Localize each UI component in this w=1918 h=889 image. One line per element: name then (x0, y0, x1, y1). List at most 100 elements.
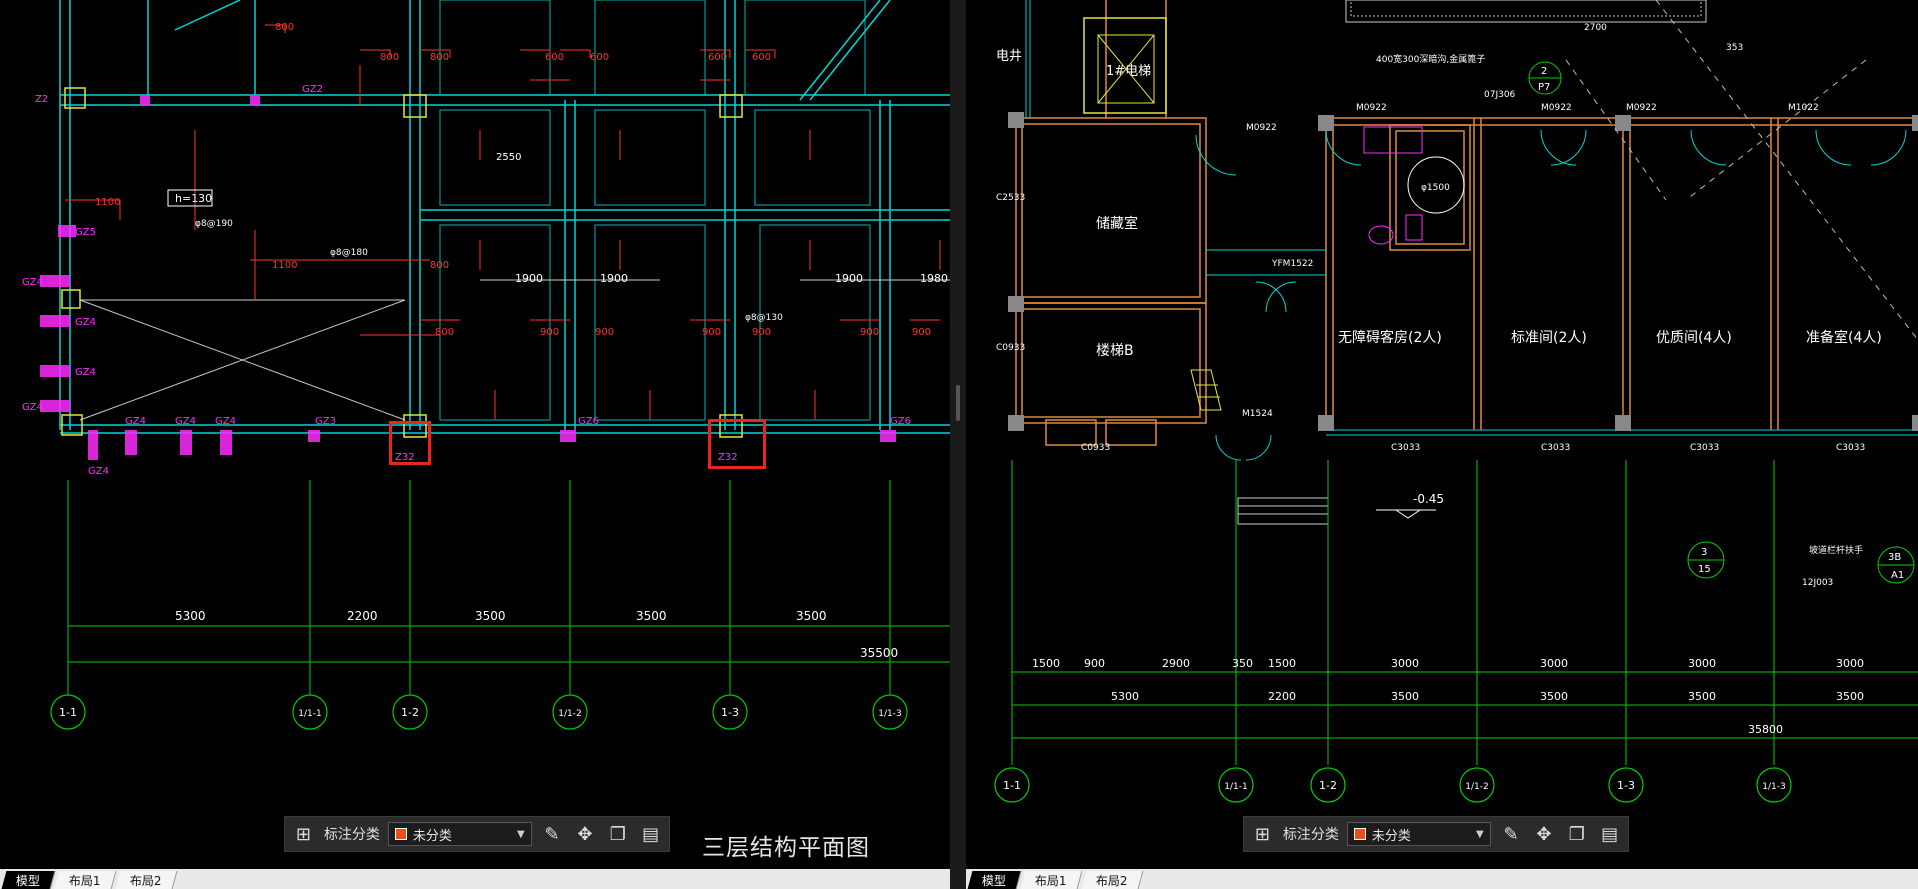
svg-text:3000: 3000 (1540, 657, 1568, 670)
svg-text:GZ2: GZ2 (302, 84, 323, 95)
paste-icon[interactable]: ▤ (638, 821, 663, 847)
annotation-toolbar-right: ⊞ 标注分类 未分类 ▼ ✎ ✥ ❐ ▤ (1243, 816, 1629, 852)
axis-labels: 1-1 1/1-1 1-2 1/1-2 1-3 1/1-3 (59, 706, 902, 719)
dim-1900-a: 1900 (515, 272, 543, 285)
svg-text:1/1-2: 1/1-2 (558, 709, 581, 719)
svg-text:GZ3: GZ3 (315, 416, 336, 427)
rebar-note-2: φ8@190 (195, 219, 233, 229)
svg-text:C0933: C0933 (996, 343, 1025, 353)
slab-thickness-label: h=130 (175, 192, 212, 205)
category-value: 未分类 (412, 828, 452, 844)
svg-text:C3033: C3033 (1541, 443, 1570, 453)
column-hatches (40, 95, 896, 460)
svg-text:900: 900 (702, 327, 721, 338)
svg-text:800: 800 (275, 22, 294, 33)
tab-model[interactable]: 模型 (967, 871, 1022, 889)
tab-model[interactable]: 模型 (1, 871, 56, 889)
rebar-note-1: φ8@180 (330, 248, 368, 258)
svg-text:GZ4: GZ4 (125, 416, 146, 427)
svg-text:35800: 35800 (1748, 723, 1783, 736)
svg-text:900: 900 (1084, 657, 1105, 670)
tab-layout2[interactable]: 布局2 (1081, 871, 1143, 889)
svg-text:1/1-1: 1/1-1 (298, 709, 321, 719)
rebar-note-3: φ8@130 (745, 313, 783, 323)
svg-text:07J306: 07J306 (1484, 90, 1516, 100)
highlight-marker-z2-2[interactable] (708, 419, 766, 469)
svg-text:无障碍客房(2人): 无障碍客房(2人) (1338, 329, 1442, 346)
svg-text:储藏室: 储藏室 (1096, 215, 1138, 232)
grid-view-icon[interactable]: ⊞ (291, 821, 316, 847)
svg-text:600: 600 (590, 52, 609, 63)
svg-text:GZ4: GZ4 (88, 466, 109, 477)
detail-ref-sheet-3: A1 (1891, 570, 1904, 581)
svg-text:C2533: C2533 (996, 193, 1025, 203)
dim-1980b: 1900 (835, 272, 863, 285)
dim-1980: 1980 (920, 272, 948, 285)
structural-plan-canvas[interactable]: 800 800 800 600 600 600 600 1100 1100 800 800 900 9… (0, 0, 950, 889)
grid-view-icon[interactable]: ⊞ (1250, 821, 1275, 847)
svg-text:YFM1522: YFM1522 (1271, 259, 1313, 269)
svg-text:GZ5: GZ5 (75, 227, 96, 238)
dim-1900-b: 1900 (600, 272, 628, 285)
svg-text:1500: 1500 (1268, 657, 1296, 670)
architectural-plan-canvas[interactable]: 1#电梯 电井 φ1500 储藏室 楼梯B 无障碍客房(2人) 标准间(2人) … (966, 0, 1918, 889)
category-select[interactable]: 未分类 ▼ (387, 822, 532, 846)
dimension-row-2: 5300 2200 3500 3500 3500 3500 35800 (1111, 690, 1864, 736)
paste-icon[interactable]: ▤ (1597, 821, 1622, 847)
svg-text:标准间(2人): 标准间(2人) (1511, 330, 1587, 346)
svg-text:3000: 3000 (1391, 657, 1419, 670)
svg-text:M0922: M0922 (1246, 123, 1277, 133)
column-tags: Z2 GZ2 GZ5 GZ4 GZ4 GZ4 GZ4 GZ4 GZ4 GZ4 G… (22, 84, 911, 477)
svg-text:Z2: Z2 (35, 94, 48, 105)
svg-text:900: 900 (860, 327, 879, 338)
detail-ref-sheet-2: 15 (1698, 564, 1711, 575)
grid-lines (1011, 460, 1918, 765)
move-icon[interactable]: ✥ (573, 821, 598, 847)
svg-text:C3033: C3033 (1391, 443, 1420, 453)
right-drawing-viewport[interactable]: 1#电梯 电井 φ1500 储藏室 楼梯B 无障碍客房(2人) 标准间(2人) … (966, 0, 1918, 889)
axis-labels: 1-1 1/1-1 1-2 1/1-2 1-3 1/1-3 (1003, 779, 1786, 792)
svg-text:1-1: 1-1 (1003, 779, 1021, 792)
svg-text:3500: 3500 (1836, 690, 1864, 703)
tab-layout1[interactable]: 布局1 (54, 871, 117, 889)
tab-layout2[interactable]: 布局2 (115, 871, 177, 889)
dim-2550: 2550 (496, 152, 521, 163)
svg-text:GZ4: GZ4 (22, 402, 43, 413)
svg-text:2900: 2900 (1162, 657, 1190, 670)
svg-text:350: 350 (1232, 657, 1253, 670)
move-icon[interactable]: ✥ (1532, 821, 1557, 847)
svg-text:900: 900 (540, 327, 559, 338)
detail-ref-number-2: 3 (1701, 547, 1707, 558)
divider-handle[interactable] (956, 385, 960, 421)
svg-text:3500: 3500 (1391, 690, 1419, 703)
svg-text:2200: 2200 (347, 609, 378, 623)
svg-text:GZ4: GZ4 (75, 317, 96, 328)
split-divider[interactable] (950, 0, 966, 889)
svg-text:1100: 1100 (95, 197, 120, 208)
svg-text:600: 600 (708, 52, 727, 63)
highlight-marker-z2-1[interactable] (389, 421, 431, 465)
svg-text:900: 900 (752, 327, 771, 338)
category-color-swatch (394, 828, 407, 840)
category-select[interactable]: 未分类 ▼ (1346, 822, 1491, 846)
layout-tabbar-left: 模型 布局1 布局2 (0, 869, 950, 889)
copy-icon[interactable]: ❐ (1564, 821, 1589, 847)
category-label: 标注分类 (323, 827, 380, 843)
svg-text:2200: 2200 (1268, 690, 1296, 703)
svg-text:GZ4: GZ4 (75, 367, 96, 378)
left-drawing-viewport[interactable]: 800 800 800 600 600 600 600 1100 1100 800 800 900 9… (0, 0, 950, 889)
svg-text:GZ4: GZ4 (22, 277, 43, 288)
svg-text:M0922: M0922 (1356, 103, 1387, 113)
svg-text:GZ4: GZ4 (215, 416, 236, 427)
svg-text:1-2: 1-2 (401, 706, 419, 719)
svg-text:1-3: 1-3 (1617, 779, 1635, 792)
category-value: 未分类 (1371, 828, 1411, 844)
axis-bubbles (994, 767, 1792, 803)
svg-text:3500: 3500 (475, 609, 506, 623)
edit-icon[interactable]: ✎ (1499, 821, 1524, 847)
edit-icon[interactable]: ✎ (540, 821, 565, 847)
copy-icon[interactable]: ❐ (605, 821, 630, 847)
tab-layout1[interactable]: 布局1 (1020, 871, 1083, 889)
svg-text:2700: 2700 (1584, 23, 1607, 33)
category-color-swatch (1353, 828, 1366, 840)
